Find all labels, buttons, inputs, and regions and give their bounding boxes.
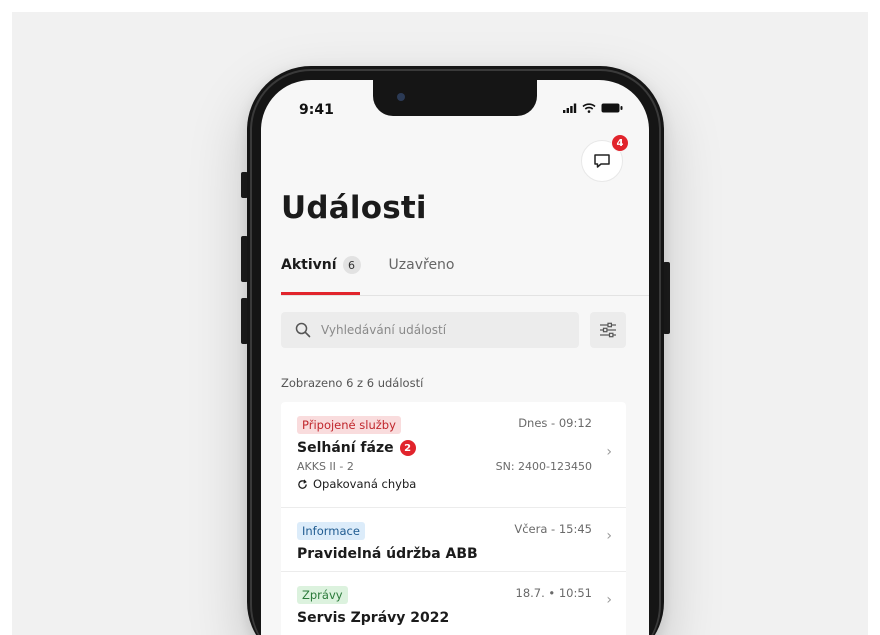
camera-icon xyxy=(397,93,405,101)
chevron-right-icon: › xyxy=(606,444,612,460)
tab-divider xyxy=(281,295,649,296)
page-title: Události xyxy=(281,190,427,226)
power-button xyxy=(663,262,670,334)
messages-badge: 4 xyxy=(611,134,629,152)
status-time: 9:41 xyxy=(299,102,334,118)
status-icons xyxy=(563,103,623,113)
event-category-tag: Připojené služby xyxy=(297,416,401,434)
event-list: Připojené služby Dnes - 09:12 Selhání fá… xyxy=(281,402,626,635)
tab-closed-label: Uzavřeno xyxy=(388,257,455,273)
event-title-text: Pravidelná údržba ABB xyxy=(297,546,478,562)
event-note: Opakovaná chyba xyxy=(297,477,610,491)
event-date: 18.7. • 10:51 xyxy=(515,586,593,600)
search-placeholder: Vyhledávání událostí xyxy=(321,323,447,337)
tab-active[interactable]: Aktivní 6 xyxy=(281,256,361,274)
event-card[interactable]: Připojené služby Dnes - 09:12 Selhání fá… xyxy=(281,402,626,508)
event-card[interactable]: Zprávy 18.7. • 10:51 Servis Zprávy 2022 … xyxy=(281,572,626,635)
tab-bar: Aktivní 6 Uzavřeno xyxy=(281,256,455,274)
event-date: Dnes - 09:12 xyxy=(518,416,592,430)
event-card[interactable]: Informace Včera - 15:45 Pravidelná údržb… xyxy=(281,508,626,572)
event-count-badge: 2 xyxy=(399,440,416,456)
event-category-tag: Zprávy xyxy=(297,586,348,604)
search-input[interactable]: Vyhledávání událostí xyxy=(281,312,579,348)
tab-closed[interactable]: Uzavřeno xyxy=(389,257,455,273)
results-summary: Zobrazeno 6 z 6 událostí xyxy=(281,376,424,390)
phone-screen: 9:41 4 Události Aktivní 6 Uzavřeno Vyhle… xyxy=(261,80,649,635)
filter-sliders-icon xyxy=(600,322,616,338)
signal-icon xyxy=(563,103,577,113)
chevron-right-icon: › xyxy=(606,528,612,544)
event-title: Servis Zprávy 2022 xyxy=(297,610,610,626)
wifi-icon xyxy=(582,103,596,113)
event-date: Včera - 15:45 xyxy=(514,522,592,536)
event-title-text: Servis Zprávy 2022 xyxy=(297,610,450,626)
event-note-text: Opakovaná chyba xyxy=(313,477,417,491)
tab-active-label: Aktivní xyxy=(281,257,337,273)
chevron-right-icon: › xyxy=(606,592,612,608)
filter-button[interactable] xyxy=(590,312,626,348)
event-device: AKKS II - 2 xyxy=(297,460,354,473)
event-serial: SN: 2400-123450 xyxy=(495,460,592,473)
event-title-text: Selhání fáze xyxy=(297,440,394,456)
chat-icon xyxy=(594,154,610,168)
event-device-row: AKKS II - 2 SN: 2400-123450 xyxy=(297,460,610,473)
event-title: Pravidelná údržba ABB xyxy=(297,546,610,562)
active-tab-indicator xyxy=(281,292,360,295)
search-icon xyxy=(295,322,311,338)
repeat-icon xyxy=(298,479,307,489)
event-title: Selhání fáze 2 xyxy=(297,440,610,456)
battery-icon xyxy=(601,103,623,113)
event-category-tag: Informace xyxy=(297,522,365,540)
tab-active-count: 6 xyxy=(342,256,361,274)
